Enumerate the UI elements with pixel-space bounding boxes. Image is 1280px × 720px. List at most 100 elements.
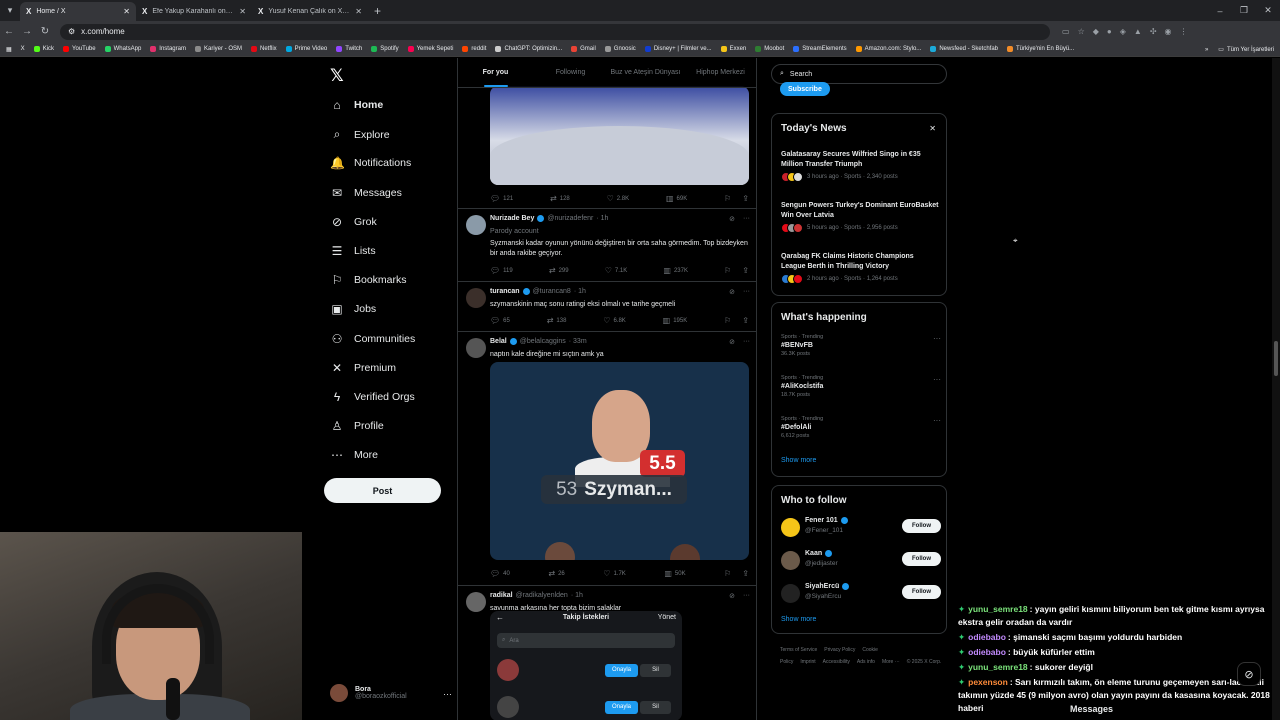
nav-messages[interactable]: ✉ Messages [330,186,402,200]
follow-suggestion[interactable]: SiyahErcü @SiyahErcu Follow [781,582,941,608]
avatar[interactable] [781,584,800,603]
nav-jobs[interactable]: ▣ Jobs [330,302,376,316]
chat-username[interactable]: pexenson [968,677,1008,687]
puzzle-icon[interactable]: ✣ [1150,27,1157,36]
news-item[interactable]: Galatasaray Secures Wilfried Singo in €3… [781,150,939,182]
nav-notifications[interactable]: 🔔 Notifications [330,156,411,170]
account-switcher[interactable]: Bora @boraozkofficial ··· [330,684,452,702]
nav-premium[interactable]: ✕ Premium [330,361,396,375]
reply-button[interactable]: 💬︎ 119 [490,266,513,275]
nav-home[interactable]: ⌂ Home [330,98,383,112]
author-name[interactable]: Belal [490,338,507,345]
reply-button[interactable]: 💬︎ 121 [490,194,513,203]
author-handle[interactable]: @nurizadefenr [547,215,593,222]
bookmark-item[interactable]: Disney+ | Filmler ve... [644,46,712,52]
reply-button[interactable]: 💬︎ 40 [490,569,510,578]
repost-button[interactable]: ⇄ 26 [548,569,564,578]
x-bookmark-icon[interactable]: X [21,46,25,52]
footer-link[interactable]: Terms of Service [780,647,817,653]
views-button[interactable]: ▥ 50K [664,569,685,578]
close-icon[interactable]: ✕ [929,124,936,133]
maximize-icon[interactable]: ❐ [1232,5,1256,16]
author-name[interactable]: radikal [490,592,513,599]
bookmark-item[interactable]: Netflix [251,46,277,52]
follow-button[interactable]: Follow [902,519,941,533]
browser-tab-1[interactable]: X Home / X ✕ [20,2,136,21]
avatar[interactable] [466,592,486,612]
repost-button[interactable]: ⇄ 138 [547,316,567,325]
author-handle[interactable]: @belalcaggins [520,338,566,345]
minimize-icon[interactable]: – [1208,6,1232,16]
follow-button[interactable]: Follow [902,552,941,566]
page-scrollbar[interactable] [1272,58,1280,720]
tweet-media-image[interactable]: 5.5 53 Szyman... [490,362,749,560]
close-icon[interactable]: ✕ [123,7,130,16]
forward-icon[interactable]: → [18,26,36,37]
views-button[interactable]: ▥ 69K [666,194,687,203]
nav-profile[interactable]: ♙ Profile [330,419,384,433]
tab-following[interactable]: Following [533,58,608,87]
grok-icon[interactable]: ⊘ [729,338,735,346]
chat-username[interactable]: odiebabo [968,647,1006,657]
post-button[interactable]: Post [324,478,441,503]
bookmark-item[interactable]: Gnoosic [604,46,636,52]
author-name[interactable]: Nurizade Bey [490,215,534,222]
bookmark-item[interactable]: Kariyer - OSM [194,46,242,52]
news-item[interactable]: Sengun Powers Turkey's Dominant EuroBask… [781,201,939,233]
tweet-time[interactable]: · 1h [571,592,583,599]
chat-username[interactable]: yunu_semre18 [968,604,1028,614]
new-tab-button[interactable]: + [374,4,381,18]
nav-explore[interactable]: ⌕ Explore [330,127,390,142]
bookmark-item[interactable]: Instagram [150,46,186,52]
bookmark-item[interactable]: Türkiye'nin En Büyü... [1007,46,1074,52]
trend-item[interactable]: Sports · Trending #DefolAli 6,612 posts ··· [781,416,941,439]
author-handle[interactable]: @turancan8 [533,288,571,295]
nav-more[interactable]: ⋯ More [330,448,378,462]
tab-hiphop-merkezi[interactable]: Hiphop Merkezi [683,58,756,87]
follow-button[interactable]: Follow [902,585,941,599]
show-more-link[interactable]: Show more [781,457,816,464]
nav-bookmarks[interactable]: ⚐ Bookmarks [330,273,407,287]
follow-suggestion[interactable]: Kaan @jedijaster Follow [781,549,941,575]
footer-link[interactable]: Ads info [857,659,875,665]
close-window-icon[interactable]: ✕ [1256,5,1280,16]
author-name[interactable]: turancan [490,288,520,295]
tweet[interactable]: radikal @radikalyenlden · 1h ⊘ ··· savunm… [458,585,756,720]
bookmark-item[interactable]: Newsfeed - Sketchfab [930,46,998,52]
nav-verified-orgs[interactable]: ϟ Verified Orgs [330,390,415,404]
bookmark-button[interactable]: ⚐ ⇪ [724,316,749,325]
nav-communities[interactable]: ⚇ Communities [330,332,416,346]
more-icon[interactable]: ··· [743,592,750,600]
url-input[interactable]: ⚙ x.com/home [60,23,1050,40]
grok-icon[interactable]: ⊘ [729,592,735,600]
chat-username[interactable]: yunu_semre18 [968,662,1028,672]
tab-buz-ve-atesin-dunyasi[interactable]: Buz ve Ateşin Dünyası [608,58,683,87]
bookmark-item[interactable]: Gmail [571,46,596,52]
bookmark-item[interactable]: YouTube [63,46,96,52]
like-button[interactable]: ♡ 7.1K [605,266,628,275]
views-button[interactable]: ▥ 237K [663,266,688,275]
star-icon[interactable]: ☆ [1078,27,1085,36]
bookmark-button[interactable]: ⚐ ⇪ [724,266,749,275]
tweet-time[interactable]: · 1h [596,215,608,222]
tab-for-you[interactable]: For you [458,58,533,87]
search-input[interactable]: ⌕ Search [771,64,947,84]
tweet-media-image[interactable] [490,86,749,185]
bookmarks-overflow-icon[interactable]: » [1205,47,1208,53]
x-logo-icon[interactable]: 𝕏 [330,66,344,86]
bookmark-item[interactable]: reddit [462,46,486,52]
subscribe-button[interactable]: Subscribe [780,82,830,96]
extension-icon[interactable]: ◆ [1093,27,1099,36]
more-dots-icon[interactable]: ··· [443,689,452,699]
avatar[interactable] [466,215,486,235]
trend-item[interactable]: Sports · Trending #BENvFB 36.3K posts ··· [781,334,941,357]
close-icon[interactable]: ✕ [355,7,362,16]
site-info-icon[interactable]: ⚙ [68,27,75,36]
like-button[interactable]: ♡ 2.8K [607,194,630,203]
menu-icon[interactable]: ⋮ [1180,27,1188,36]
cast-icon[interactable]: ▭ [1062,27,1070,36]
chat-username[interactable]: odiebabo [968,632,1006,642]
more-icon[interactable]: ··· [743,288,750,296]
reply-button[interactable]: 💬︎ 65 [490,316,510,325]
follow-suggestion[interactable]: Fener 101 @Fener_101 Follow [781,516,941,542]
